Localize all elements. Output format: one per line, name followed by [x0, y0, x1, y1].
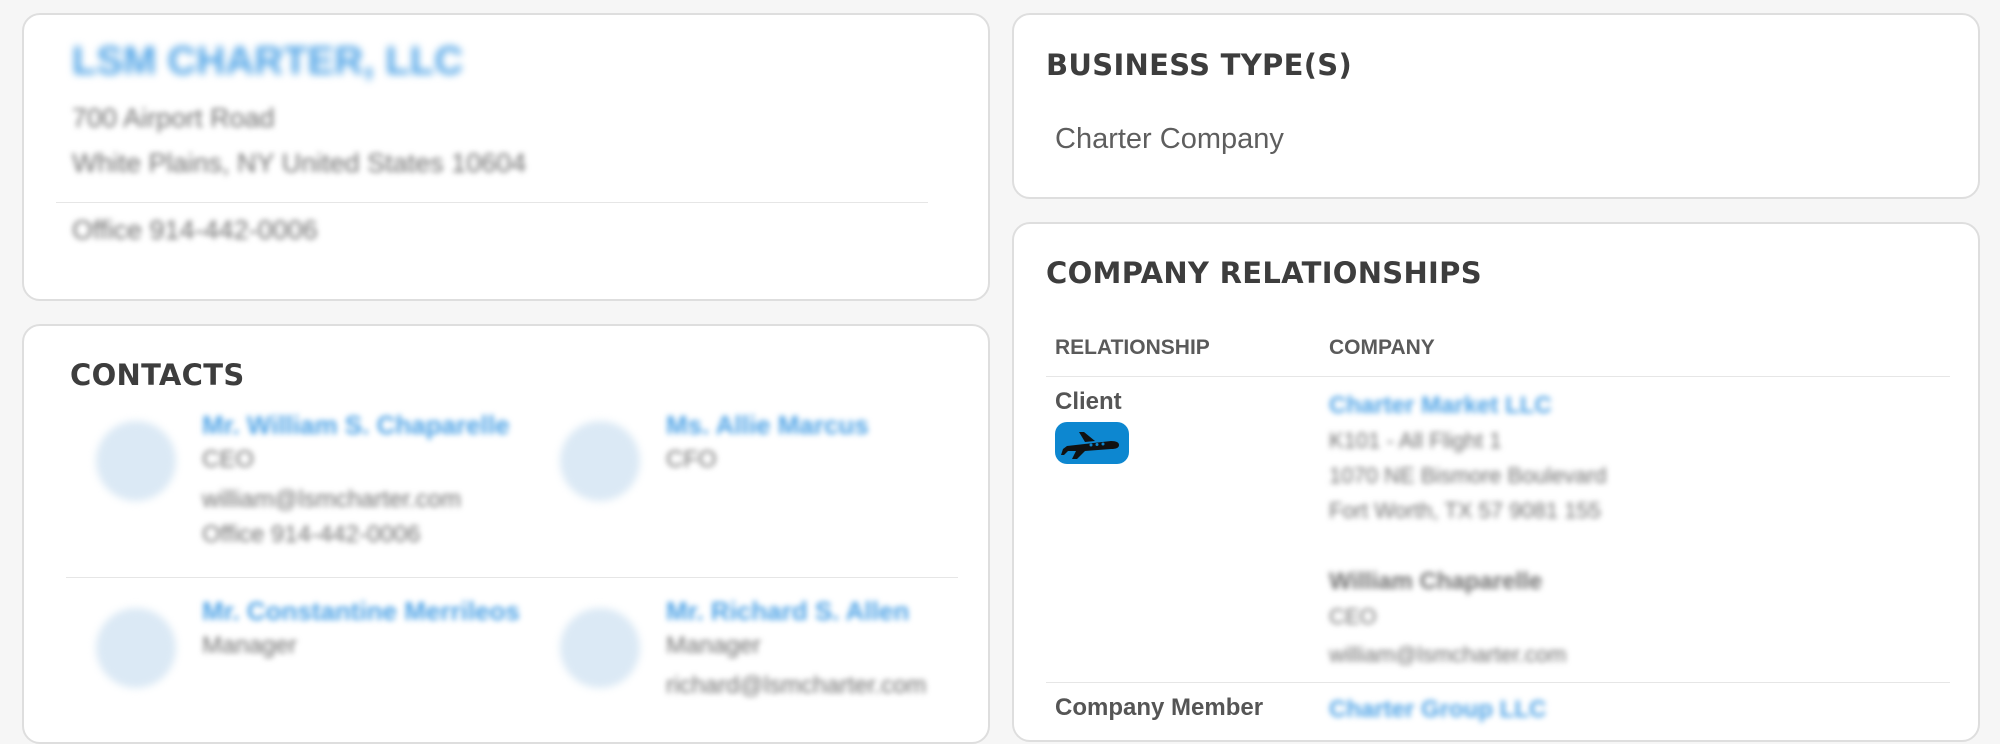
company-name-link[interactable]: LSM CHARTER, LLC [72, 39, 463, 84]
contacts-divider [66, 577, 958, 578]
related-company-city: Fort Worth, TX 57 9081 155 [1329, 498, 1601, 523]
address-line-1: 700 Airport Road [72, 103, 275, 133]
contact-name-link[interactable]: Mr. Constantine Merrileos [202, 596, 520, 627]
business-types-card: BUSINESS TYPE(S) Charter Company [1012, 13, 1980, 199]
related-company-link[interactable]: Charter Market LLC [1329, 392, 1552, 420]
company-relationships-card: COMPANY RELATIONSHIPS RELATIONSHIP COMPA… [1012, 222, 1980, 742]
avatar [96, 608, 176, 688]
table-row-divider [1046, 682, 1950, 683]
relationships-title: COMPANY RELATIONSHIPS [1046, 256, 1482, 290]
company-phone: Office 914-442-0006 [72, 215, 318, 245]
related-company-link[interactable]: Charter Group LLC [1329, 696, 1546, 724]
address-line-2: White Plains, NY United States 10604 [72, 148, 527, 178]
related-company-address: 1070 NE Bismore Boulevard [1329, 463, 1607, 488]
avatar [560, 421, 640, 501]
related-contact-role: CEO [1329, 604, 1377, 629]
relationship-type: Company Member [1055, 694, 1264, 721]
contact-role: CFO [666, 446, 717, 473]
contact-phone: Office 914-442-0006 [202, 521, 421, 548]
related-contact-email[interactable]: william@lsmcharter.com [1329, 642, 1566, 668]
column-header-relationship: RELATIONSHIP [1055, 336, 1210, 359]
contact-name-link[interactable]: Mr. Richard S. Allen [666, 596, 909, 627]
contacts-card: CONTACTS Mr. William S. Chaparelle CEO w… [22, 324, 990, 744]
contact-role: CEO [202, 446, 255, 473]
contact-name-link[interactable]: Ms. Allie Marcus [666, 410, 869, 441]
table-header-divider [1046, 376, 1950, 377]
avatar [96, 421, 176, 501]
business-type-item: Charter Company [1055, 123, 1284, 155]
related-company-detail: K101 - All Flight 1 [1329, 428, 1502, 453]
contact-role: Manager [666, 632, 761, 659]
business-types-title: BUSINESS TYPE(S) [1046, 48, 1353, 82]
contact-name-link[interactable]: Mr. William S. Chaparelle [202, 410, 510, 441]
related-contact-name: William Chaparelle [1329, 568, 1543, 595]
company-summary-card: LSM CHARTER, LLC 700 Airport Road White … [22, 13, 990, 301]
contact-email[interactable]: william@lsmcharter.com [202, 486, 461, 514]
contacts-title: CONTACTS [70, 358, 245, 392]
relationship-type: Client [1055, 388, 1122, 415]
avatar [560, 608, 640, 688]
summary-divider [56, 202, 928, 203]
contact-role: Manager [202, 632, 297, 659]
column-header-company: COMPANY [1329, 336, 1435, 359]
airplane-icon [1055, 422, 1129, 464]
contact-email[interactable]: richard@lsmcharter.com [666, 672, 926, 700]
